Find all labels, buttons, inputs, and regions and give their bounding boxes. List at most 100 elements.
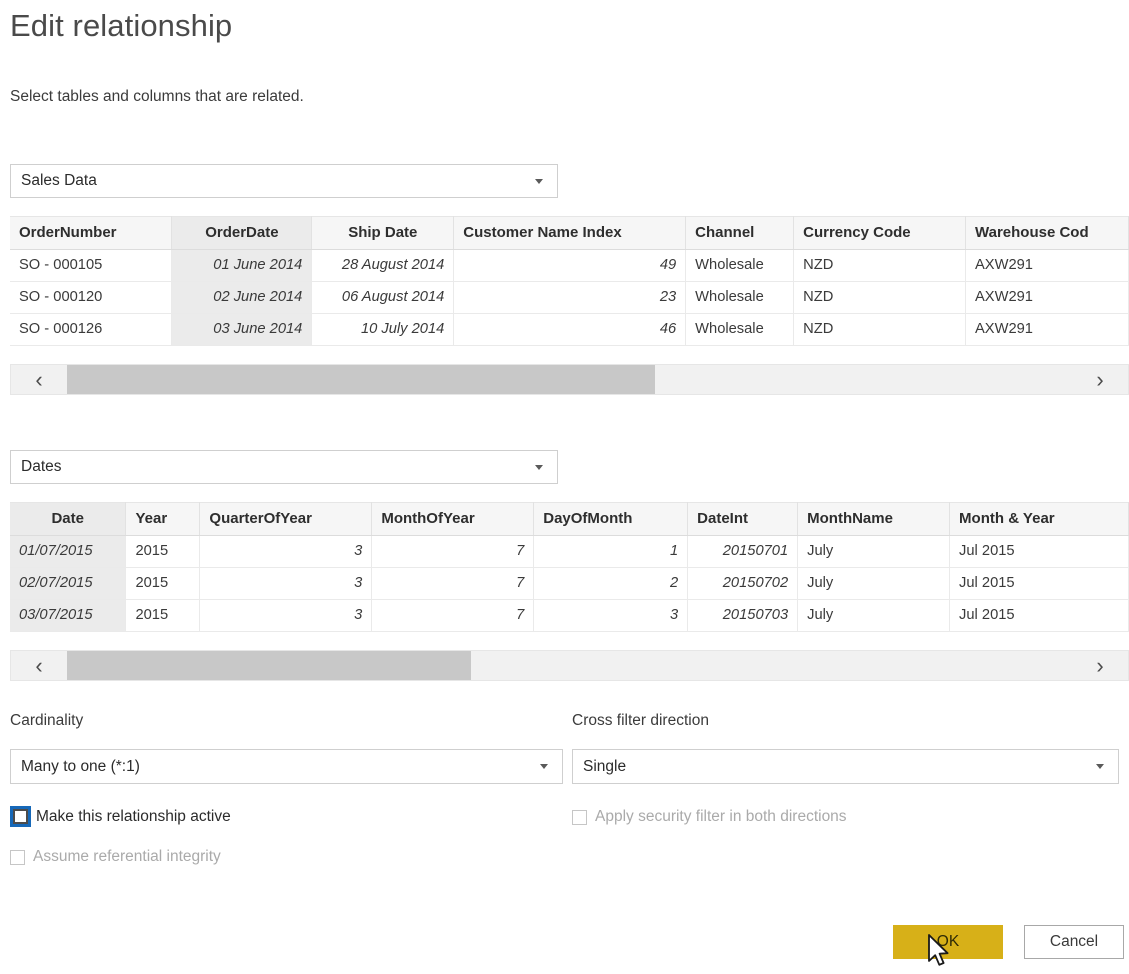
- table-cell: AXW291: [965, 281, 1129, 314]
- cross-filter-direction-label: Cross filter direction: [572, 712, 709, 729]
- table2-dropdown[interactable]: Dates: [10, 450, 558, 484]
- table2-horizontal-scrollbar[interactable]: ‹ ›: [10, 650, 1129, 681]
- table-cell: Wholesale: [685, 313, 795, 346]
- column-header[interactable]: QuarterOfYear: [199, 502, 373, 536]
- column-header[interactable]: DateInt: [687, 502, 799, 536]
- table-cell: SO - 000126: [10, 313, 173, 346]
- table-cell: 7: [371, 567, 535, 600]
- edit-relationship-dialog: Edit relationship Select tables and colu…: [0, 0, 1129, 974]
- checkbox-box-icon: [572, 809, 587, 825]
- table-row[interactable]: SO - 000105 01 June 2014 28 August 2014 49 W…: [10, 249, 1129, 282]
- table-cell: 1: [533, 535, 689, 568]
- table-cell: NZD: [793, 313, 967, 346]
- table-cell: 23: [453, 281, 687, 314]
- table1-grid[interactable]: OrderNumber OrderDate Ship Date Customer Na…: [10, 216, 1129, 362]
- table-cell: July: [797, 567, 951, 600]
- assume-referential-integrity-label: Assume referential integrity: [33, 848, 221, 865]
- cardinality-dropdown[interactable]: Many to one (*:1): [10, 749, 563, 784]
- table-cell: 01 June 2014: [171, 249, 313, 282]
- table1-dropdown[interactable]: Sales Data: [10, 164, 558, 198]
- table-cell: 2015: [125, 599, 201, 632]
- table-cell: 49: [453, 249, 687, 282]
- table-cell: 3: [199, 535, 373, 568]
- ok-button[interactable]: OK: [893, 925, 1003, 959]
- table-cell: July: [797, 599, 951, 632]
- scroll-left-icon[interactable]: ‹: [11, 368, 67, 391]
- table-cell: 03 June 2014: [171, 313, 313, 346]
- table-cell: 46: [453, 313, 687, 346]
- table-cell: Wholesale: [685, 281, 795, 314]
- table1-horizontal-scrollbar[interactable]: ‹ ›: [10, 364, 1129, 395]
- table-cell: 3: [533, 599, 689, 632]
- table-row[interactable]: 02/07/2015 2015 3 7 2 20150702 July Jul 2015: [10, 567, 1129, 600]
- table-cell: SO - 000105: [10, 249, 173, 282]
- column-header[interactable]: Customer Name Index: [453, 216, 687, 250]
- apply-security-filter-label: Apply security filter in both directions: [595, 808, 847, 825]
- make-relationship-active-checkbox[interactable]: Make this relationship active: [10, 806, 231, 827]
- column-header[interactable]: DayOfMonth: [533, 502, 689, 536]
- table2-scroll-track[interactable]: [67, 651, 1072, 680]
- table-cell: AXW291: [965, 313, 1129, 346]
- scroll-right-icon[interactable]: ›: [1072, 368, 1128, 391]
- table-row[interactable]: 01/07/2015 2015 3 7 1 20150701 July Jul 2015: [10, 535, 1129, 568]
- column-header[interactable]: MonthOfYear: [371, 502, 535, 536]
- column-header[interactable]: OrderDate: [171, 216, 313, 250]
- table-cell: 20150703: [687, 599, 799, 632]
- table-cell: 20150701: [687, 535, 799, 568]
- table-header-row: Date Year QuarterOfYear MonthOfYear DayOfMon…: [10, 502, 1129, 536]
- table-cell: 3: [199, 599, 373, 632]
- table-cell: 06 August 2014: [311, 281, 455, 314]
- column-header[interactable]: Month & Year: [949, 502, 1129, 536]
- assume-referential-integrity-checkbox: Assume referential integrity: [10, 848, 221, 866]
- table-cell: 7: [371, 599, 535, 632]
- table-cell: 2: [533, 567, 689, 600]
- column-header[interactable]: Ship Date: [311, 216, 455, 250]
- column-header[interactable]: Year: [125, 502, 201, 536]
- chevron-down-icon: [540, 764, 548, 769]
- scroll-left-icon[interactable]: ‹: [11, 654, 67, 677]
- apply-security-filter-checkbox: Apply security filter in both directions: [572, 808, 847, 826]
- dialog-subtitle: Select tables and columns that are relat…: [10, 88, 304, 105]
- table-cell: 2015: [125, 535, 201, 568]
- table-cell: 3: [199, 567, 373, 600]
- table-cell: Jul 2015: [949, 567, 1129, 600]
- column-header[interactable]: OrderNumber: [10, 216, 173, 250]
- table-cell: 02 June 2014: [171, 281, 313, 314]
- chevron-down-icon: [1096, 764, 1104, 769]
- table2-grid-table: Date Year QuarterOfYear MonthOfYear DayOfMon…: [10, 502, 1129, 632]
- column-header[interactable]: Date: [10, 502, 127, 536]
- cross-filter-direction-dropdown[interactable]: Single: [572, 749, 1119, 784]
- table-cell: 28 August 2014: [311, 249, 455, 282]
- table1-scroll-thumb[interactable]: [67, 365, 655, 394]
- table1-grid-table: OrderNumber OrderDate Ship Date Customer Na…: [10, 216, 1129, 346]
- page-title: Edit relationship: [10, 8, 233, 43]
- cardinality-label: Cardinality: [10, 712, 84, 729]
- table1-dropdown-value: Sales Data: [21, 172, 97, 189]
- column-header[interactable]: MonthName: [797, 502, 951, 536]
- table2-scroll-thumb[interactable]: [67, 651, 471, 680]
- chevron-down-icon: [535, 464, 543, 470]
- table-cell: 2015: [125, 567, 201, 600]
- make-relationship-active-label: Make this relationship active: [36, 807, 231, 825]
- table-row[interactable]: 03/07/2015 2015 3 7 3 20150703 July Jul 2015: [10, 599, 1129, 632]
- table-row[interactable]: SO - 000126 03 June 2014 10 July 2014 46 Who…: [10, 313, 1129, 346]
- scroll-right-icon[interactable]: ›: [1072, 654, 1128, 677]
- table-cell: July: [797, 535, 951, 568]
- table-cell: Jul 2015: [949, 599, 1129, 632]
- table-row[interactable]: SO - 000120 02 June 2014 06 August 2014 23 W…: [10, 281, 1129, 314]
- focus-ring: [10, 806, 31, 827]
- cancel-button[interactable]: Cancel: [1024, 925, 1124, 959]
- table-cell: 7: [371, 535, 535, 568]
- column-header[interactable]: Currency Code: [793, 216, 967, 250]
- table-cell: NZD: [793, 249, 967, 282]
- table2-dropdown-value: Dates: [21, 458, 62, 475]
- checkbox-box-icon[interactable]: [13, 809, 28, 824]
- cross-filter-direction-value: Single: [583, 757, 627, 775]
- table-cell: NZD: [793, 281, 967, 314]
- table2-grid[interactable]: Date Year QuarterOfYear MonthOfYear DayOfMon…: [10, 502, 1129, 648]
- column-header[interactable]: Channel: [685, 216, 795, 250]
- table1-scroll-track[interactable]: [67, 365, 1072, 394]
- column-header[interactable]: Warehouse Cod: [965, 216, 1129, 250]
- table-cell: Wholesale: [685, 249, 795, 282]
- chevron-down-icon: [535, 178, 543, 184]
